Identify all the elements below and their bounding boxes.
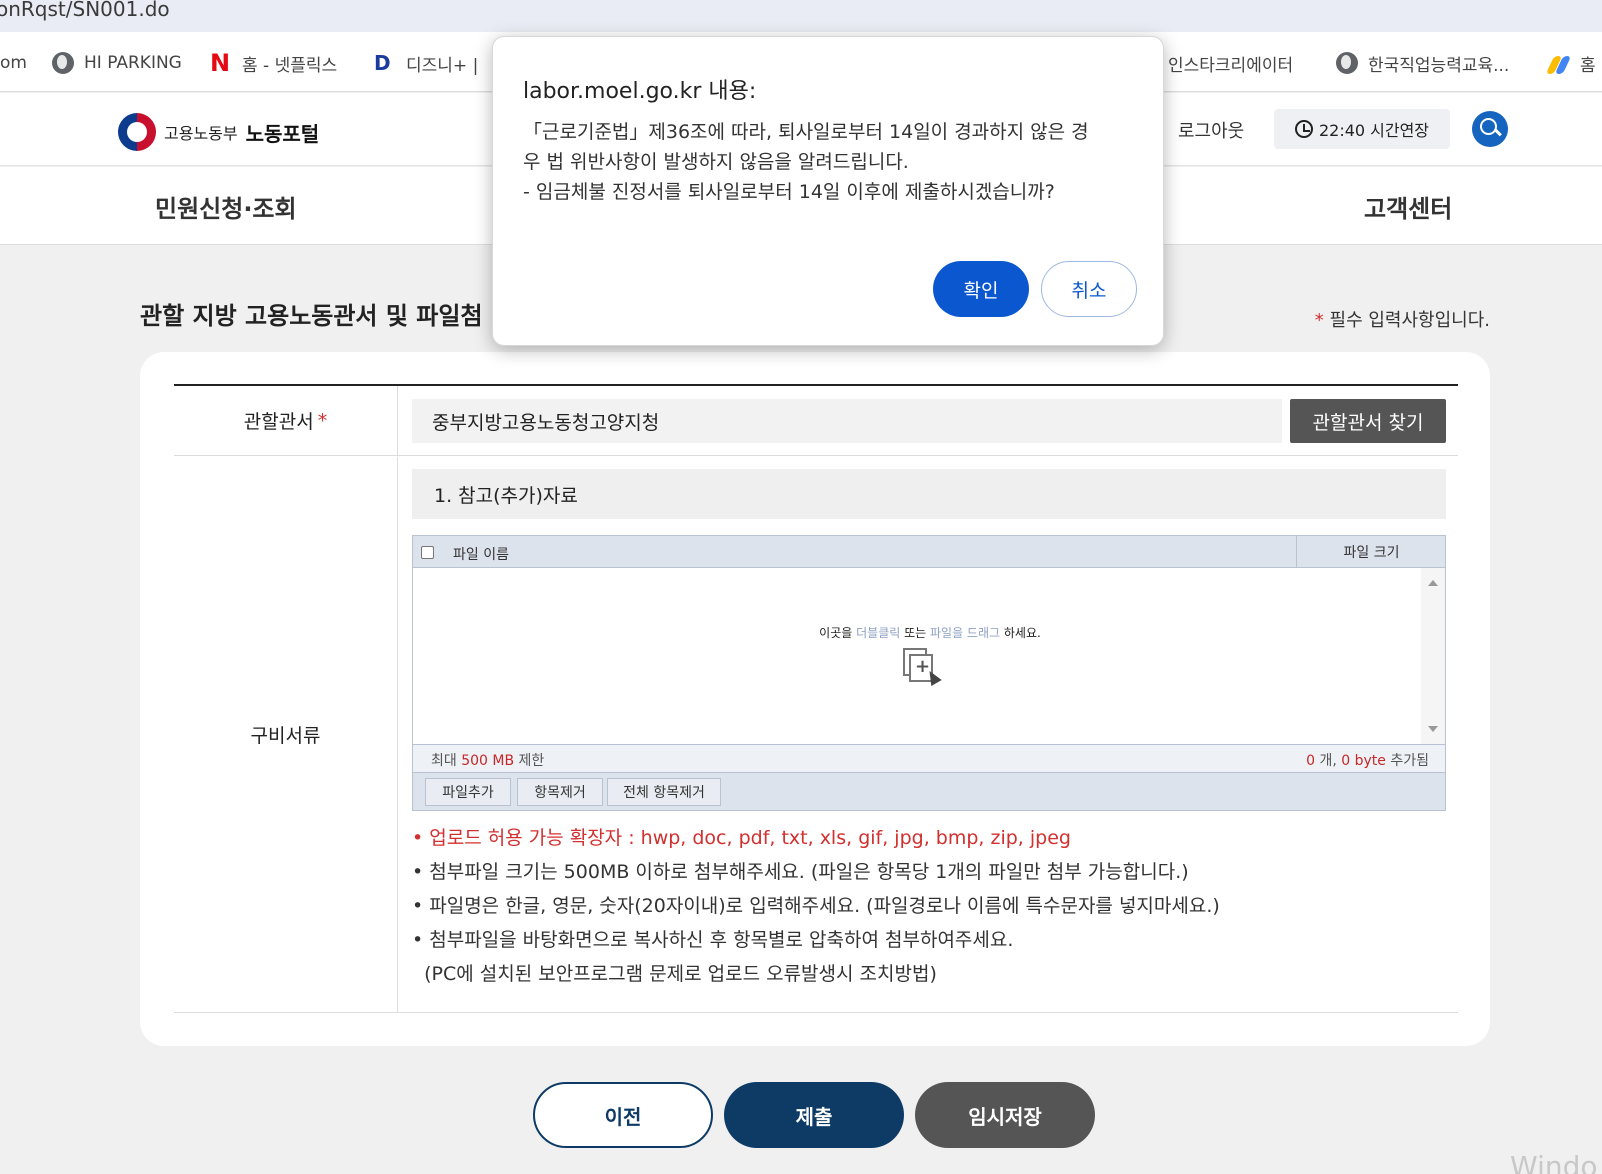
limit-value: 500 MB [461, 753, 515, 769]
documents-row: 구비서류 1. 참고(추가)자료 파일 이름 파일 크기 이곳을 더블클릭 또는… [174, 457, 1458, 1013]
uploader-header: 파일 이름 파일 크기 [413, 536, 1445, 568]
nav-item-customer-center[interactable]: 고객센터 [1364, 189, 1452, 224]
column-file-size[interactable]: 파일 크기 [1296, 536, 1446, 567]
bookmark-home[interactable]: 홈 [1548, 50, 1596, 76]
submit-button[interactable]: 제출 [724, 1082, 904, 1148]
file-list-scrollbar[interactable] [1421, 568, 1445, 744]
google-ads-icon [1548, 52, 1570, 74]
find-office-button[interactable]: 관할관서 찾기 [1290, 399, 1446, 443]
scroll-up-icon[interactable] [1428, 580, 1438, 586]
uploader-status: 최대 500 MB 제한 0 개, 0 byte 추가됨 [413, 744, 1445, 772]
logout-link[interactable]: 로그아웃 [1178, 117, 1244, 143]
remove-all-button[interactable]: 전체 항목제거 [607, 778, 721, 806]
bookmark-hrd-edu[interactable]: 한국직업능력교육... [1336, 50, 1509, 76]
drop-text: 하세요. [1000, 626, 1041, 640]
time-extend-button[interactable]: 22:40 시간연장 [1274, 109, 1450, 149]
office-row: 관할관서 * 중부지방고용노동청고양지청 관할관서 찾기 [174, 386, 1458, 456]
drop-text-highlight: 더블클릭 [856, 626, 901, 640]
form-panel: 관할관서 * 중부지방고용노동청고양지청 관할관서 찾기 구비서류 1. 참고(추… [140, 352, 1490, 1046]
drop-instructions: 이곳을 더블클릭 또는 파일을 드래그 하세요. [413, 624, 1447, 641]
bookmark-label: 인스타크리에이터 [1168, 55, 1294, 76]
dialog-message-line: - 임금체불 진정서를 퇴사일로부터 14일 이후에 제출하시겠습니까? [523, 181, 1055, 203]
dialog-ok-button[interactable]: 확인 [933, 261, 1029, 317]
office-value-field: 중부지방고용노동청고양지청 [412, 399, 1282, 443]
added-count: 0 개, 0 byte 추가됨 [1306, 750, 1429, 770]
size-limit: 최대 500 MB 제한 [431, 750, 544, 770]
dialog-title: labor.moel.go.kr 내용: [523, 79, 757, 104]
documents-label: 구비서류 [174, 457, 398, 1012]
required-star: * [317, 409, 328, 432]
dialog-message-line: 「근로기준법」제36조에 따라, 퇴사일로부터 14일이 경과하지 않은 경 [523, 121, 1089, 143]
select-all-checkbox[interactable] [421, 546, 434, 559]
reference-section-title: 1. 참고(추가)자료 [412, 469, 1446, 519]
add-file-button[interactable]: 파일추가 [425, 778, 511, 806]
note-security-help-link[interactable]: (PC에 설치된 보안프로그램 문제로 업로드 오류발생시 조치방법) [412, 957, 1220, 991]
globe-icon [52, 52, 74, 74]
windows-activation-watermark: Windo [1510, 1150, 1598, 1174]
page-title: 관할 지방 고용노동관서 및 파일첨 [140, 302, 483, 330]
office-label: 관할관서 * [174, 386, 398, 455]
site-logo[interactable]: 고용노동부 노동포털 [118, 113, 319, 151]
office-label-text: 관할관서 [243, 411, 314, 433]
prev-button[interactable]: 이전 [533, 1082, 713, 1148]
dialog-message-line: 우 법 위반사항이 발생하지 않음을 알려드립니다. [523, 151, 909, 173]
bookmark-disney[interactable]: D 디즈니+ | [374, 50, 478, 76]
globe-icon [1336, 52, 1358, 74]
bookmark-label: om [0, 53, 27, 73]
clock-icon [1294, 120, 1313, 138]
time-extend-label: 22:40 시간연장 [1318, 121, 1430, 140]
portal-name: 노동포털 [245, 121, 320, 146]
dialog-cancel-button[interactable]: 취소 [1041, 261, 1137, 317]
netflix-icon: N [210, 49, 231, 77]
scroll-down-icon[interactable] [1428, 726, 1438, 732]
file-uploader: 파일 이름 파일 크기 이곳을 더블클릭 또는 파일을 드래그 하세요. + 최… [412, 535, 1446, 811]
note-compress: • 첨부파일을 바탕화면으로 복사하신 후 항목별로 압축하여 첨부하여주세요. [412, 929, 1014, 951]
column-file-name[interactable]: 파일 이름 [453, 544, 509, 564]
note-allowed-extensions: • 업로드 허용 가능 확장자 : hwp, doc, pdf, txt, xl… [412, 827, 1071, 849]
count-text: 추가됨 [1385, 753, 1429, 769]
bookmark-om[interactable]: om [0, 50, 27, 76]
bookmark-label: 디즈니+ | [406, 55, 479, 76]
bookmark-insta-creator[interactable]: 인스타크리에이터 [1168, 50, 1293, 76]
confirm-dialog: labor.moel.go.kr 내용: 「근로기준법」제36조에 따라, 퇴사… [492, 36, 1164, 346]
form-table: 관할관서 * 중부지방고용노동청고양지청 관할관서 찾기 구비서류 1. 참고(추… [174, 384, 1458, 1013]
drop-text-highlight: 파일을 드래그 [930, 626, 1001, 640]
file-drop-zone[interactable]: 이곳을 더블클릭 또는 파일을 드래그 하세요. + [413, 568, 1445, 744]
dialog-message: 「근로기준법」제36조에 따라, 퇴사일로부터 14일이 경과하지 않은 경 우… [523, 117, 1135, 207]
disney-icon: D [374, 51, 391, 75]
file-count: 0 [1306, 753, 1316, 769]
temp-save-button[interactable]: 임시저장 [915, 1082, 1095, 1148]
limit-text: 최대 [431, 753, 462, 769]
uploader-toolbar: 파일추가 항목제거 전체 항목제거 [413, 772, 1445, 810]
required-note-text: 필수 입력사항입니다. [1323, 310, 1491, 331]
upload-notes: • 업로드 허용 가능 확장자 : hwp, doc, pdf, txt, xl… [412, 821, 1220, 991]
bookmark-netflix[interactable]: N 홈 - 넷플릭스 [210, 50, 337, 76]
bookmark-label: 한국직업능력교육... [1368, 55, 1510, 76]
limit-text: 제한 [514, 753, 545, 769]
search-icon[interactable] [1472, 111, 1508, 147]
note-file-name: • 파일명은 한글, 영문, 숫자(20자이내)로 입력해주세요. (파일경로나… [412, 895, 1220, 917]
add-file-icon: + [903, 648, 942, 688]
url-text[interactable]: onRqst/SN001.do [0, 0, 170, 19]
bookmark-label: HI PARKING [84, 53, 182, 73]
required-star: * [1314, 310, 1324, 331]
drop-text: 또는 [900, 626, 930, 640]
bookmark-hi-parking[interactable]: HI PARKING [52, 50, 182, 76]
drop-text: 이곳을 [819, 626, 857, 640]
address-bar[interactable]: onRqst/SN001.do [0, 0, 1602, 32]
org-name: 고용노동부 [164, 124, 238, 143]
bookmark-label: 홈 [1580, 55, 1596, 76]
remove-item-button[interactable]: 항목제거 [517, 778, 603, 806]
required-note: * 필수 입력사항입니다. [1315, 306, 1490, 332]
emblem-icon [118, 113, 156, 151]
note-file-size: • 첨부파일 크기는 500MB 이하로 첨부해주세요. (파일은 항목당 1개… [412, 861, 1189, 883]
documents-label-text: 구비서류 [250, 725, 321, 747]
count-text: 개, [1315, 753, 1342, 769]
byte-count: 0 byte [1341, 753, 1386, 769]
nav-item-civil-request[interactable]: 민원신청·조회 [155, 189, 297, 224]
bookmark-label: 홈 - 넷플릭스 [242, 55, 338, 76]
